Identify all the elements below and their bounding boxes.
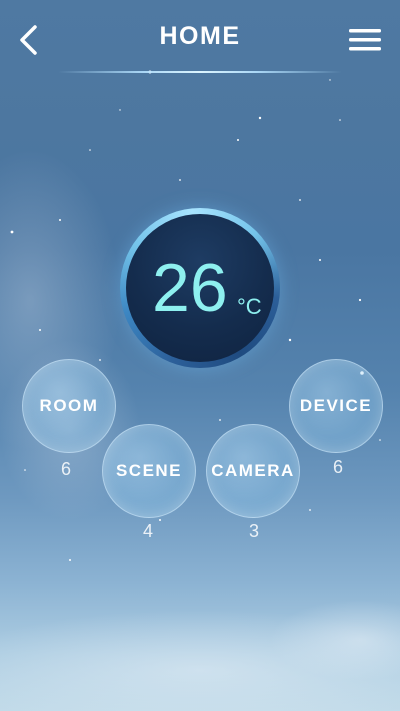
room-count: 6: [60, 459, 71, 479]
device-button[interactable]: DEVICE: [289, 359, 383, 453]
scene-button[interactable]: SCENE: [102, 424, 196, 518]
hamburger-menu-icon: [349, 29, 381, 51]
header-divider: [58, 71, 342, 73]
temperature-dial-face: 26 °C: [126, 214, 274, 362]
menu-button[interactable]: [346, 22, 384, 58]
room-button[interactable]: ROOM: [22, 359, 116, 453]
scene-label: SCENE: [115, 461, 183, 480]
temperature-dial: 26 °C: [120, 208, 280, 368]
camera-button[interactable]: CAMERA: [206, 424, 300, 518]
temperature-value: 26: [152, 250, 228, 326]
page-title: HOME: [159, 22, 241, 50]
camera-count: 3: [248, 521, 259, 541]
camera-label: CAMERA: [211, 461, 295, 480]
top-bar: HOME: [0, 0, 400, 80]
device-count: 6: [332, 457, 343, 477]
device-label: DEVICE: [299, 396, 373, 415]
room-label: ROOM: [39, 396, 99, 415]
temperature-unit: °C: [237, 294, 262, 319]
scene-count: 4: [142, 521, 153, 541]
